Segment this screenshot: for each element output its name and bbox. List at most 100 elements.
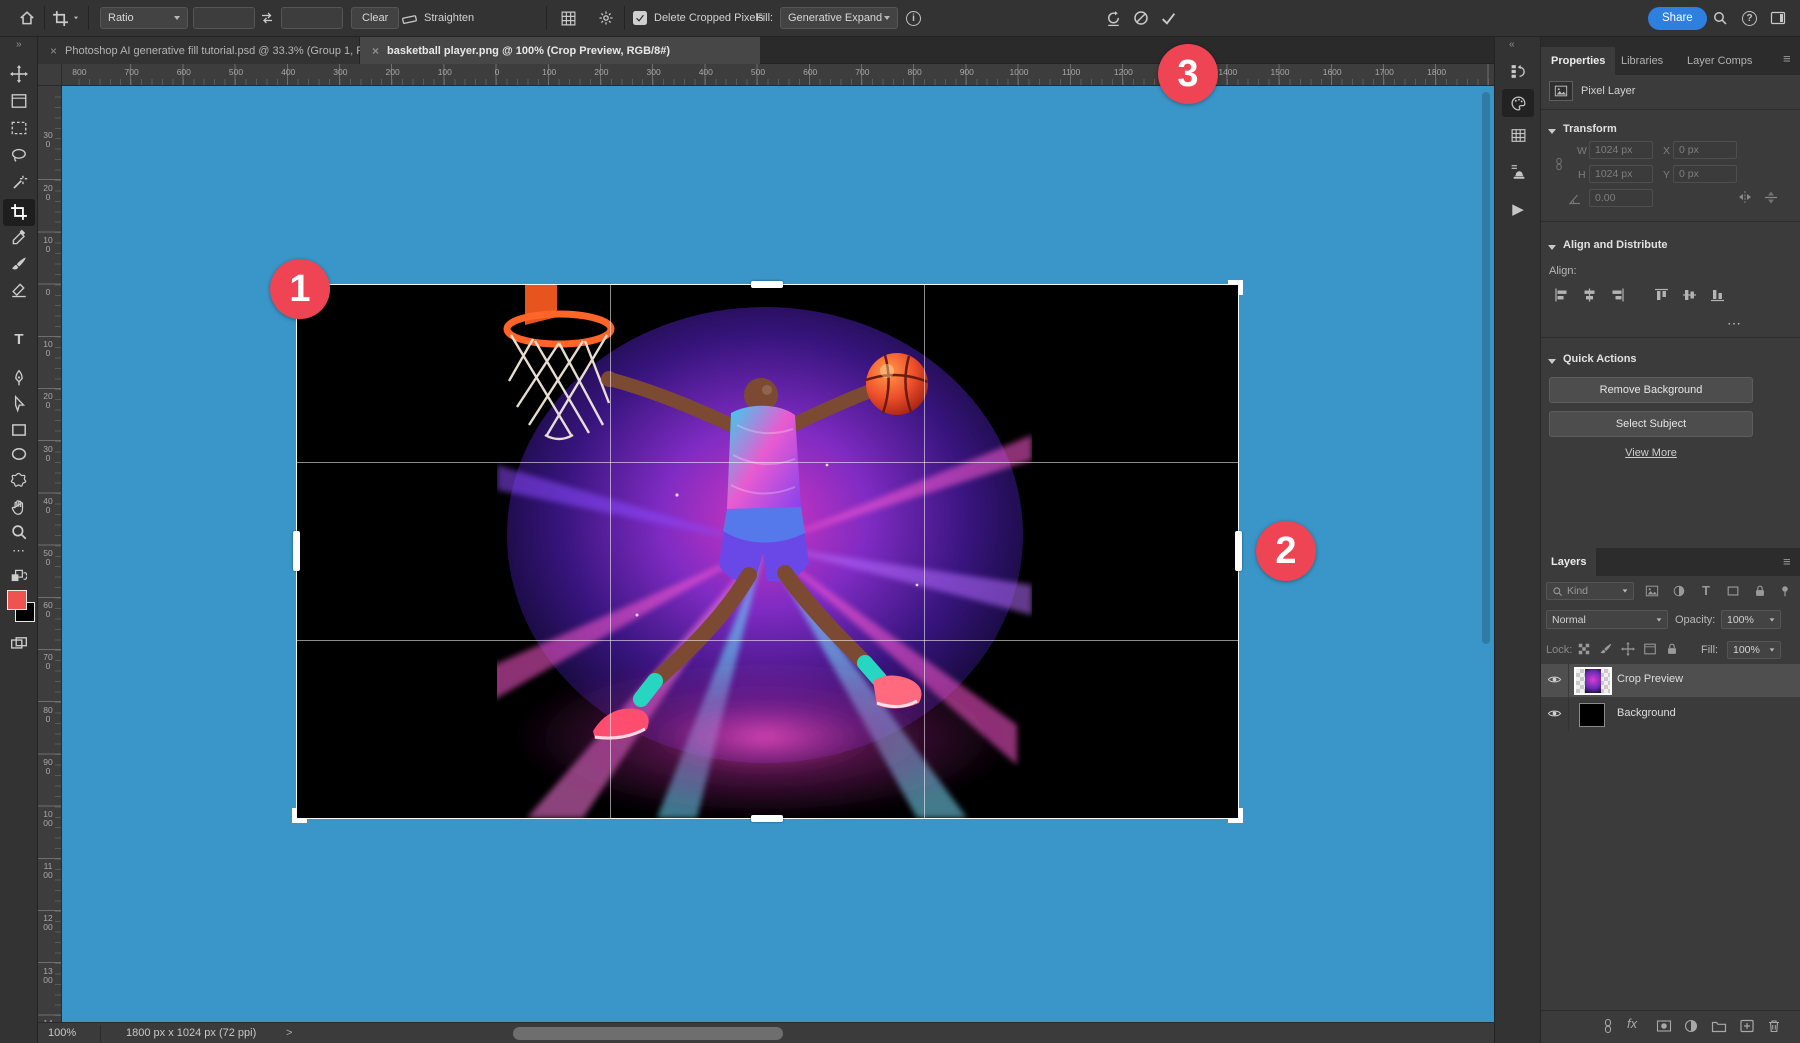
hand-tool[interactable] <box>10 498 28 516</box>
delete-cropped-pixels-checkbox[interactable] <box>633 11 647 25</box>
layer-row-background[interactable]: Background <box>1541 698 1800 731</box>
reset-crop-button[interactable] <box>1105 0 1122 36</box>
link-layers-icon[interactable] <box>1600 1018 1616 1034</box>
filter-adjustment-layers-icon[interactable] <box>1672 584 1686 598</box>
remove-background-button[interactable]: Remove Background <box>1549 377 1753 403</box>
fill-mode-select[interactable]: Generative Expand <box>780 7 898 29</box>
align-more-icon[interactable]: ⋯ <box>1727 315 1742 332</box>
transform-section-chevron[interactable] <box>1548 125 1556 137</box>
lock-position-icon[interactable] <box>1621 642 1635 656</box>
align-center-horizontal-icon[interactable] <box>1581 287 1598 303</box>
default-colors-icon[interactable] <box>8 567 30 585</box>
share-button[interactable]: Share <box>1648 7 1707 30</box>
crop-ratio-select[interactable]: Ratio <box>100 7 188 29</box>
lock-transparent-pixels-icon[interactable] <box>1577 642 1591 656</box>
fill-input[interactable]: 100% <box>1727 641 1781 659</box>
panel-menu-icon[interactable]: ≡ <box>1783 51 1791 66</box>
magic-wand-tool[interactable] <box>10 174 28 192</box>
flip-horizontal-icon[interactable] <box>1737 189 1753 205</box>
y-field[interactable]: 0 px <box>1673 165 1737 183</box>
crop-handle-bottom-left[interactable] <box>292 808 307 823</box>
zoom-level[interactable]: 100% <box>48 1027 76 1039</box>
actions-panel-icon[interactable]: ▶ <box>1502 195 1534 223</box>
marquee-tool[interactable] <box>10 119 28 137</box>
align-section-chevron[interactable] <box>1548 241 1556 253</box>
document-tab-active[interactable]: × basketball player.png @ 100% (Crop Pre… <box>360 37 760 64</box>
tab-libraries[interactable]: Libraries <box>1611 47 1673 75</box>
opacity-input[interactable]: 100% <box>1721 610 1781 629</box>
angle-field[interactable]: 0.00 <box>1589 189 1653 207</box>
eyedropper-tool[interactable] <box>10 229 28 247</box>
lock-image-pixels-icon[interactable] <box>1599 642 1613 656</box>
view-more-link[interactable]: View More <box>1541 447 1761 459</box>
blend-mode-select[interactable]: Normal <box>1546 610 1668 629</box>
align-top-icon[interactable] <box>1653 287 1670 303</box>
type-tool[interactable]: T <box>10 331 28 349</box>
lasso-tool[interactable] <box>10 146 28 164</box>
align-left-icon[interactable] <box>1553 287 1570 303</box>
new-layer-icon[interactable] <box>1739 1018 1755 1034</box>
rectangle-tool[interactable] <box>10 421 28 439</box>
new-group-icon[interactable] <box>1711 1018 1727 1034</box>
crop-settings-gear-button[interactable] <box>598 0 614 36</box>
filter-shape-layers-icon[interactable] <box>1726 584 1740 598</box>
layer-effects-icon[interactable]: fx <box>1627 1016 1643 1032</box>
lock-artboard-icon[interactable] <box>1643 642 1657 656</box>
horizontal-scrollbar[interactable] <box>513 1027 783 1040</box>
crop-overlay-options-button[interactable] <box>560 0 577 36</box>
x-field[interactable]: 0 px <box>1673 141 1737 159</box>
info-icon[interactable]: i <box>906 0 921 36</box>
crop-handle-top[interactable] <box>751 281 783 288</box>
clone-source-panel-icon[interactable] <box>1502 157 1534 185</box>
swap-dimensions-button[interactable] <box>259 0 275 36</box>
artboard-tool[interactable] <box>10 92 28 110</box>
vertical-ruler[interactable]: 3002001000100200300400500600700800900100… <box>38 86 62 1022</box>
adjustment-layer-icon[interactable] <box>1683 1018 1699 1034</box>
collapse-panels-icon[interactable]: « <box>1509 39 1515 50</box>
edit-toolbar-icon[interactable]: ⋯ <box>10 543 28 561</box>
horizontal-ruler[interactable]: 8007006005004003002001000100200300400500… <box>62 64 1494 86</box>
crop-tool[interactable] <box>10 203 28 221</box>
panel-menu-icon[interactable]: ≡ <box>1783 554 1791 569</box>
straighten-button[interactable]: Straighten <box>401 0 474 36</box>
crop-handle-left[interactable] <box>293 531 300 571</box>
lock-all-icon[interactable] <box>1665 642 1679 656</box>
workspace-switcher-icon[interactable] <box>1770 0 1786 36</box>
width-field[interactable]: 1024 px <box>1589 141 1653 159</box>
tab-layer-comps[interactable]: Layer Comps <box>1677 47 1762 75</box>
screen-mode-icon[interactable] <box>10 635 28 653</box>
filter-type-layers-icon[interactable]: T <box>1699 583 1713 597</box>
flip-vertical-icon[interactable] <box>1763 189 1779 205</box>
crop-tool-indicator[interactable] <box>52 0 79 36</box>
layer-filter-select[interactable]: Kind <box>1546 582 1634 600</box>
history-panel-icon[interactable] <box>1502 57 1534 85</box>
crop-handle-right[interactable] <box>1235 531 1242 571</box>
color-panel-icon[interactable] <box>1502 89 1534 117</box>
select-subject-button[interactable]: Select Subject <box>1549 411 1753 437</box>
filter-pinned-icon[interactable] <box>1778 584 1792 598</box>
expand-tools-icon[interactable]: » <box>16 39 22 50</box>
align-center-vertical-icon[interactable] <box>1681 287 1698 303</box>
crop-width-input[interactable] <box>193 7 255 29</box>
ellipse-tool[interactable] <box>10 445 28 463</box>
height-field[interactable]: 1024 px <box>1589 165 1653 183</box>
layer-thumbnail[interactable] <box>1579 703 1605 727</box>
filter-pixel-layers-icon[interactable] <box>1645 584 1659 598</box>
home-button[interactable] <box>18 0 36 36</box>
clear-button[interactable]: Clear <box>351 7 399 29</box>
foreground-color-swatch[interactable] <box>7 590 27 610</box>
eraser-tool[interactable] <box>10 281 28 299</box>
path-select-tool[interactable] <box>10 395 28 413</box>
pen-tool[interactable] <box>10 369 28 387</box>
layer-row-crop-preview[interactable]: Crop Preview <box>1541 664 1800 697</box>
ruler-corner[interactable] <box>38 64 62 86</box>
vertical-scrollbar[interactable] <box>1482 92 1490 644</box>
quick-actions-chevron[interactable] <box>1548 355 1556 367</box>
zoom-tool[interactable] <box>10 523 28 541</box>
brush-tool[interactable] <box>10 255 28 273</box>
crop-handle-bottom[interactable] <box>751 815 783 822</box>
crop-handle-top-right[interactable] <box>1228 280 1243 295</box>
add-layer-mask-icon[interactable] <box>1656 1018 1672 1034</box>
search-icon[interactable] <box>1712 0 1728 36</box>
cancel-crop-button[interactable] <box>1133 0 1149 36</box>
